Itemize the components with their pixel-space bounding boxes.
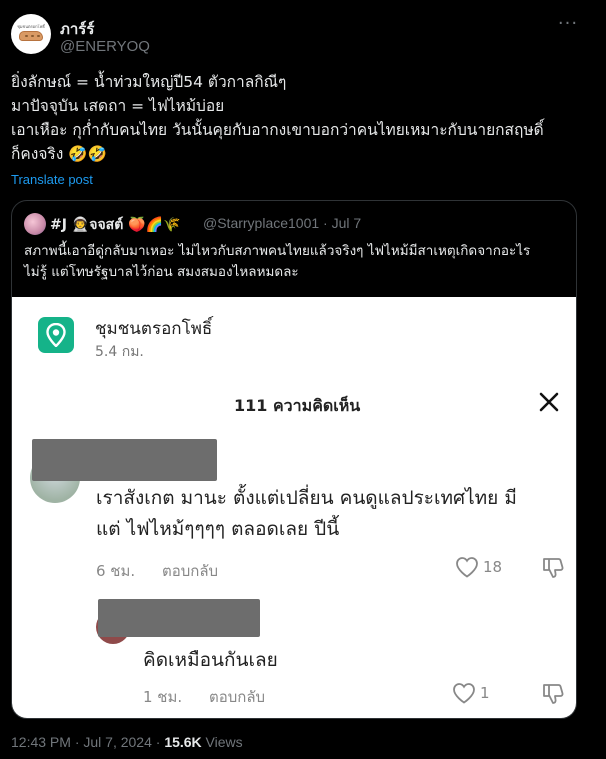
quoted-author-avatar [24,213,46,235]
reply-label: ตอบกลับ [209,688,266,706]
tweet-line: ยิ่งลักษณ์ = น้ำท่วมใหญ่ปี54 ตัวกาลกิณีๆ [11,73,287,91]
author-handle[interactable]: @ENERYOQ [60,38,150,55]
translate-post-link[interactable]: Translate post [11,172,93,187]
comment-meta: 1 ชม. ตอบกลับ [143,685,265,709]
heart-icon [453,683,475,704]
views-count: 15.6K [164,734,202,750]
close-icon [536,389,562,415]
comment-line: เราสังเกต มานะ ตั้งแต่เปลี่ยน คนดูแลประเ… [96,487,517,509]
post-footer: 12:43 PM · Jul 7, 2024 · 15.6K Views [11,734,243,750]
redacted-name-block [98,599,260,637]
tweet-line: เอาเหือะ กุก่ำกับคนไทย วันนั้นคุยกับอากง… [11,121,544,139]
quoted-author-handle-date: @Starryplace1001 · Jul 7 [203,215,362,231]
comments-title: 111 ความคิดเห็น [234,396,361,415]
quoted-line: สภาพนี้เอาอีดู่กลับมาเหอะ ไม่ไหวกับสภาพค… [24,243,531,259]
comment-text: เราสังเกต มานะ ตั้งแต่เปลี่ยน คนดูแลประเ… [96,483,566,545]
quoted-post[interactable]: #J 👨‍🚀จจสต์ 🍑🌈🌾 @Starryplace1001 · Jul 7… [11,200,577,719]
thumbs-down-icon [542,556,564,580]
views-label: Views [201,734,243,750]
place-distance: 5.4 กม. [95,344,144,360]
comments-screenshot: ชุมชนตรอกโพธิ์ 5.4 กม. 111 ความคิดเห็น เ… [12,297,576,718]
comment-text: คิดเหมือนกันเลย [143,649,278,671]
author-avatar[interactable]: ชุมชนตรอกโพธิ์ [11,14,51,54]
location-pin-icon [38,317,74,353]
bread-loaf-icon [19,31,43,41]
heart-icon [456,557,478,578]
place-name: ชุมชนตรอกโพธิ์ [95,319,213,339]
quoted-body: สภาพนี้เอาอีดู่กลับมาเหอะ ไม่ไหวกับสภาพค… [24,241,569,283]
comment-time: 1 ชม. [143,688,183,706]
comment-like: 18 [455,556,515,580]
post-timestamp[interactable]: 12:43 PM · Jul 7, 2024 · [11,734,164,750]
reply-label: ตอบกลับ [162,562,219,580]
comment-like: 1 [452,682,512,706]
tweet-body: ยิ่งลักษณ์ = น้ำท่วมใหญ่ปี54 ตัวกาลกิณีๆ… [11,70,596,166]
quoted-line: ไม่รู้ แต่โทษรัฐบาลไว้ก่อน สมงสมองไหลหมด… [24,264,299,280]
comment-time: 6 ชม. [96,562,136,580]
like-count: 18 [483,558,503,576]
redacted-name-block [32,439,217,481]
more-dots-icon[interactable]: ··· [556,15,580,36]
tweet-line: มาปัจจุบัน เสดถา = ไฟไหม้บ่อย [11,97,225,115]
tweet-header: ชุมชนตรอกโพธิ์ ภาร์ร์ @ENERYOQ ··· [0,0,606,70]
quoted-author-name: #J 👨‍🚀จจสต์ 🍑🌈🌾 [50,217,181,233]
tweet-line: ก็คงจริง 🤣🤣 [11,145,107,163]
avatar-caption: ชุมชนตรอกโพธิ์ [17,24,45,29]
like-count: 1 [480,684,490,702]
comment-line: แต่ ไฟไหม้ๆๆๆๆ ตลอดเลย ปีนี้ [96,518,340,540]
comment-meta: 6 ชม. ตอบกลับ [96,559,218,583]
thumbs-down-icon [542,682,564,706]
